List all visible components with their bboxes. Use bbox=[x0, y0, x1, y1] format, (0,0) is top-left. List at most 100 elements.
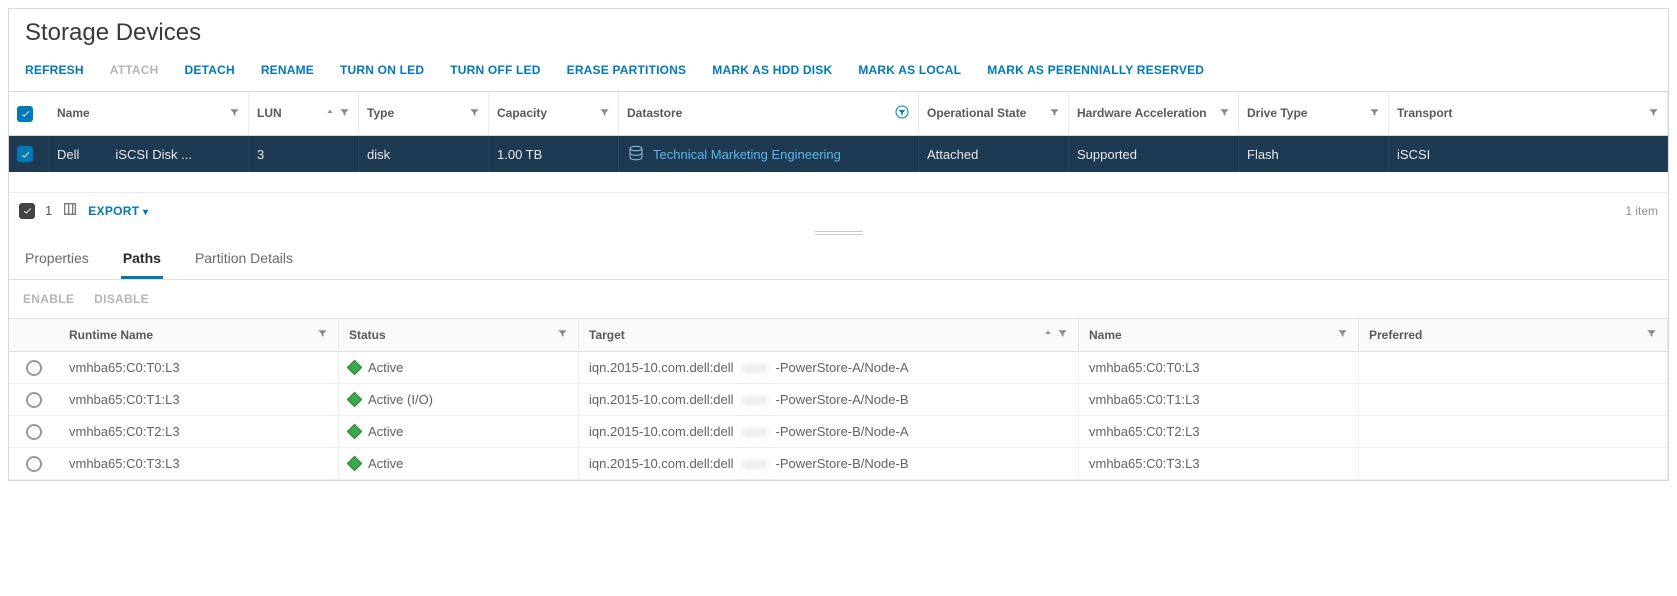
col-runtime-name-label[interactable]: Runtime Name bbox=[69, 328, 153, 342]
grid-footer: 1 EXPORT ▾ 1 item bbox=[9, 192, 1668, 228]
device-hwaccel: Supported bbox=[1077, 147, 1137, 162]
mark-as-perennial-action[interactable]: MARK AS PERENNIALLY RESERVED bbox=[987, 63, 1204, 77]
selected-count: 1 bbox=[45, 203, 52, 218]
chevron-down-icon: ▾ bbox=[143, 207, 148, 218]
col-drivetype-label[interactable]: Drive Type bbox=[1247, 107, 1307, 121]
path-name: vmhba65:C0:T3:L3 bbox=[1089, 456, 1200, 471]
rename-action[interactable]: RENAME bbox=[261, 63, 314, 77]
device-opstate: Attached bbox=[927, 147, 978, 162]
tab-properties[interactable]: Properties bbox=[23, 244, 91, 279]
path-target-prefix: iqn.2015-10.com.dell:dell bbox=[589, 456, 734, 471]
path-target-suffix: -PowerStore-A/Node-B bbox=[776, 392, 909, 407]
turn-off-led-action[interactable]: TURN OFF LED bbox=[450, 63, 540, 77]
export-button[interactable]: EXPORT ▾ bbox=[88, 204, 148, 218]
resize-handle[interactable] bbox=[9, 228, 1668, 238]
filter-icon[interactable] bbox=[317, 328, 328, 342]
turn-on-led-action[interactable]: TURN ON LED bbox=[340, 63, 424, 77]
path-target-redacted: xxxx bbox=[742, 424, 768, 439]
device-vendor: Dell bbox=[57, 147, 79, 162]
path-status: Active bbox=[368, 360, 403, 375]
storage-devices-panel: Storage Devices REFRESH ATTACH DETACH RE… bbox=[8, 8, 1669, 481]
devices-grid: Name LUN Type Capacity Datastore bbox=[9, 91, 1668, 228]
device-drivetype: Flash bbox=[1247, 147, 1279, 162]
col-hwaccel-label[interactable]: Hardware Acceleration bbox=[1077, 107, 1207, 121]
path-radio[interactable] bbox=[26, 456, 42, 472]
path-target-suffix: -PowerStore-B/Node-A bbox=[776, 424, 909, 439]
col-capacity-label[interactable]: Capacity bbox=[497, 107, 547, 121]
mark-as-local-action[interactable]: MARK AS LOCAL bbox=[858, 63, 961, 77]
path-row[interactable]: vmhba65:C0:T0:L3 Active iqn.2015-10.com.… bbox=[9, 352, 1668, 384]
filter-icon[interactable] bbox=[339, 107, 350, 121]
col-target-label[interactable]: Target bbox=[589, 328, 625, 342]
paths-grid: Runtime Name Status Target Name Preferre… bbox=[9, 318, 1668, 480]
filter-icon[interactable] bbox=[599, 107, 610, 121]
page-title: Storage Devices bbox=[9, 9, 1668, 53]
sort-asc-icon[interactable] bbox=[1043, 328, 1053, 342]
path-status: Active bbox=[368, 456, 403, 471]
path-row[interactable]: vmhba65:C0:T1:L3 Active (I/O) iqn.2015-1… bbox=[9, 384, 1668, 416]
path-radio[interactable] bbox=[26, 424, 42, 440]
device-transport: iSCSI bbox=[1397, 147, 1430, 162]
tab-paths[interactable]: Paths bbox=[121, 244, 163, 279]
device-row[interactable]: Dell iSCSI Disk ... 3 disk 1.00 TB Techn… bbox=[9, 136, 1668, 172]
filter-icon[interactable] bbox=[557, 328, 568, 342]
path-status: Active bbox=[368, 424, 403, 439]
enable-path-action: ENABLE bbox=[23, 292, 74, 306]
status-active-icon bbox=[347, 360, 363, 376]
col-datastore-label[interactable]: Datastore bbox=[627, 107, 682, 121]
filter-icon[interactable] bbox=[1337, 328, 1348, 342]
col-preferred-label[interactable]: Preferred bbox=[1369, 328, 1422, 342]
col-type-label[interactable]: Type bbox=[367, 107, 394, 121]
filter-icon[interactable] bbox=[1049, 107, 1060, 121]
filter-icon[interactable] bbox=[469, 107, 480, 121]
attach-action: ATTACH bbox=[110, 63, 159, 77]
refresh-action[interactable]: REFRESH bbox=[25, 63, 84, 77]
device-type: disk bbox=[367, 147, 390, 162]
item-count: 1 item bbox=[1625, 204, 1658, 218]
datastore-icon bbox=[627, 144, 645, 165]
path-row[interactable]: vmhba65:C0:T3:L3 Active iqn.2015-10.com.… bbox=[9, 448, 1668, 480]
toolbar: REFRESH ATTACH DETACH RENAME TURN ON LED… bbox=[9, 53, 1668, 91]
filter-icon[interactable] bbox=[229, 107, 240, 121]
status-active-icon bbox=[347, 424, 363, 440]
filter-icon[interactable] bbox=[1057, 328, 1068, 342]
tab-partition-details[interactable]: Partition Details bbox=[193, 244, 295, 279]
filter-icon[interactable] bbox=[1646, 328, 1657, 342]
col-opstate-label[interactable]: Operational State bbox=[927, 107, 1026, 121]
device-datastore-link[interactable]: Technical Marketing Engineering bbox=[653, 147, 841, 162]
path-radio[interactable] bbox=[26, 360, 42, 376]
select-all-checkbox[interactable] bbox=[17, 106, 33, 122]
path-status: Active (I/O) bbox=[368, 392, 433, 407]
col-path-name-label[interactable]: Name bbox=[1089, 328, 1122, 342]
path-target-prefix: iqn.2015-10.com.dell:dell bbox=[589, 392, 734, 407]
filter-icon[interactable] bbox=[1369, 107, 1380, 121]
paths-actions: ENABLE DISABLE bbox=[9, 280, 1668, 318]
sort-asc-icon[interactable] bbox=[325, 107, 335, 121]
device-capacity: 1.00 TB bbox=[497, 147, 542, 162]
path-row[interactable]: vmhba65:C0:T2:L3 Active iqn.2015-10.com.… bbox=[9, 416, 1668, 448]
row-checkbox[interactable] bbox=[17, 146, 33, 162]
path-target-redacted: xxxx bbox=[742, 360, 768, 375]
devices-grid-header: Name LUN Type Capacity Datastore bbox=[9, 92, 1668, 136]
col-name-label[interactable]: Name bbox=[57, 107, 90, 121]
path-target-redacted: xxxx bbox=[742, 392, 768, 407]
status-active-icon bbox=[347, 456, 363, 472]
path-runtime-name: vmhba65:C0:T2:L3 bbox=[69, 424, 180, 439]
column-chooser-icon[interactable] bbox=[62, 201, 78, 220]
path-target-suffix: -PowerStore-B/Node-B bbox=[776, 456, 909, 471]
disable-path-action: DISABLE bbox=[94, 292, 149, 306]
filter-icon[interactable] bbox=[1648, 107, 1659, 121]
device-disk-name: iSCSI Disk ... bbox=[115, 147, 192, 162]
col-lun-label[interactable]: LUN bbox=[257, 107, 282, 121]
filter-active-icon[interactable] bbox=[894, 104, 910, 123]
path-radio[interactable] bbox=[26, 392, 42, 408]
filter-icon[interactable] bbox=[1219, 107, 1230, 121]
detach-action[interactable]: DETACH bbox=[185, 63, 235, 77]
col-transport-label[interactable]: Transport bbox=[1397, 107, 1452, 121]
path-target-suffix: -PowerStore-A/Node-A bbox=[776, 360, 909, 375]
col-status-label[interactable]: Status bbox=[349, 328, 386, 342]
mark-as-hdd-action[interactable]: MARK AS HDD DISK bbox=[712, 63, 832, 77]
path-name: vmhba65:C0:T1:L3 bbox=[1089, 392, 1200, 407]
erase-partitions-action[interactable]: ERASE PARTITIONS bbox=[567, 63, 687, 77]
path-target-redacted: xxxx bbox=[742, 456, 768, 471]
